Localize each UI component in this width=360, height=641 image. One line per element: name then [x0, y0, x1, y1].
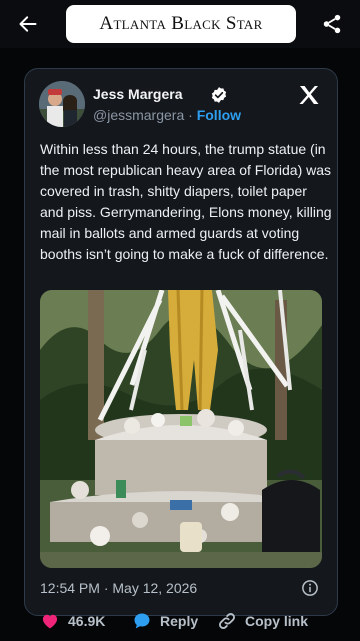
brand-logo[interactable]: Atlanta Black Star [66, 5, 296, 43]
follow-button[interactable]: Follow [197, 107, 241, 123]
copy-link-label: Copy link [245, 613, 309, 629]
like-button[interactable]: 46.9K [40, 611, 105, 631]
link-icon [219, 613, 235, 629]
avatar-photo [39, 81, 85, 127]
separator-dot: · [188, 107, 193, 123]
tweet-actions: 46.9K Reply Copy link [0, 611, 360, 641]
reply-bubble-icon [134, 613, 150, 629]
tweet-card[interactable]: Jess Margera @jessmargera · Follow Withi… [24, 68, 338, 616]
like-count: 46.9K [68, 613, 106, 629]
author-name[interactable]: Jess Margera [93, 86, 183, 102]
reply-label: Reply [160, 613, 199, 629]
reply-button[interactable]: Reply [132, 611, 198, 631]
copy-link-button[interactable]: Copy link [217, 611, 308, 631]
avatar[interactable] [39, 81, 85, 127]
heart-icon [42, 614, 58, 629]
info-icon[interactable] [301, 579, 319, 597]
x-logo-icon[interactable] [297, 83, 321, 107]
brand-name: Atlanta Black Star [99, 13, 263, 34]
handle-line: @jessmargera · Follow [93, 107, 241, 123]
share-button[interactable] [318, 10, 346, 38]
tweet-image[interactable] [40, 290, 322, 568]
top-bar: Atlanta Black Star [0, 0, 360, 48]
arrow-left-icon [19, 16, 37, 32]
verified-badge-icon [211, 87, 227, 103]
tweet-text: Within less than 24 hours, the trump sta… [40, 141, 332, 262]
share-icon [323, 14, 341, 34]
statue-trash-photo [40, 290, 322, 568]
tweet-timestamp[interactable]: 12:54 PM · May 12, 2026 [40, 580, 197, 596]
back-button[interactable] [14, 10, 42, 38]
author-handle[interactable]: @jessmargera [93, 107, 184, 123]
